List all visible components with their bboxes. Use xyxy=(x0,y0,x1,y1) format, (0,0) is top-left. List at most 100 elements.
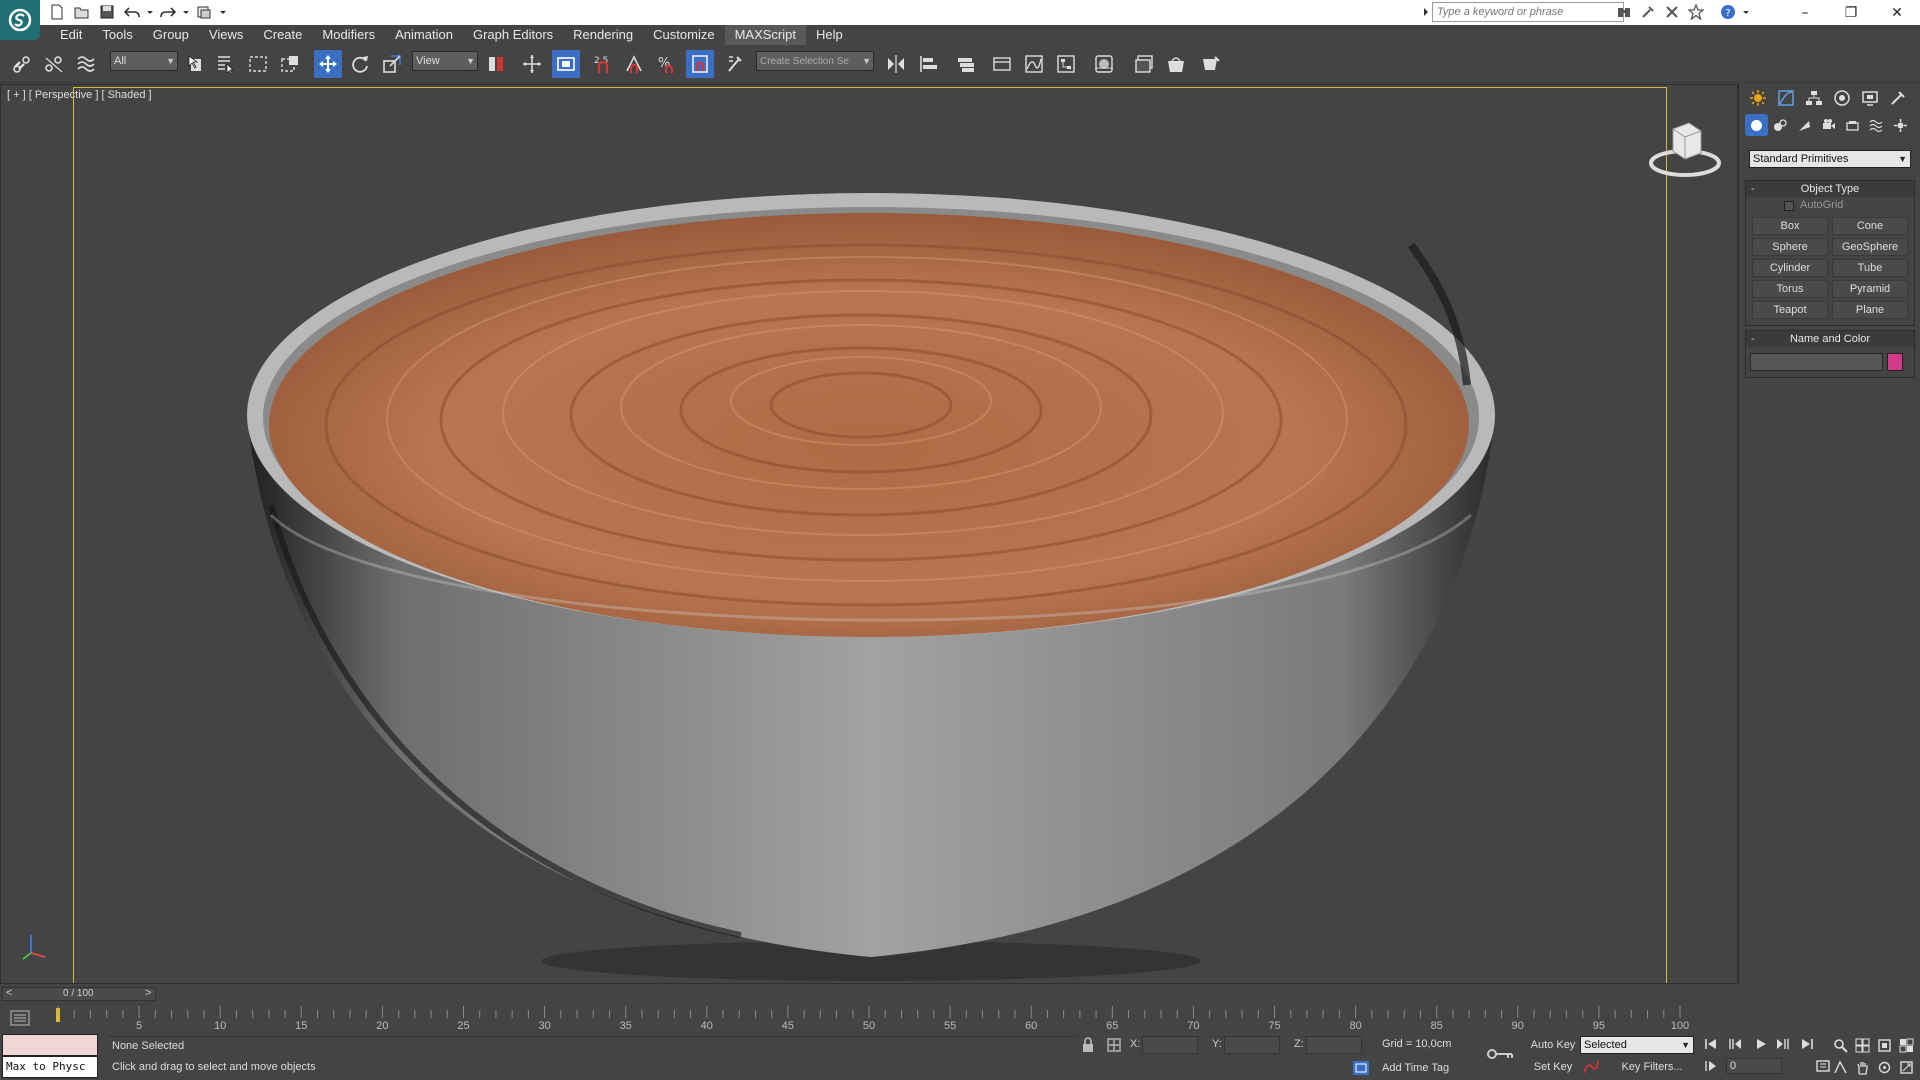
rectangular-selection-region-icon[interactable] xyxy=(244,50,272,78)
viewcube-icon[interactable] xyxy=(1645,115,1725,185)
menu-item-maxscript[interactable]: MAXScript xyxy=(724,25,806,45)
menu-item-tools[interactable]: Tools xyxy=(92,25,142,45)
project-folder-icon[interactable] xyxy=(193,2,215,22)
object-type-rollout-header[interactable]: - Object Type xyxy=(1746,181,1914,197)
redo-dropdown-icon[interactable] xyxy=(182,2,190,22)
next-frame-icon[interactable] xyxy=(1774,1036,1792,1052)
help-dropdown-icon[interactable] xyxy=(1742,2,1750,22)
toggle-layer-explorer-icon[interactable] xyxy=(988,50,1016,78)
plane-button[interactable]: Plane xyxy=(1832,301,1908,319)
menu-item-help[interactable]: Help xyxy=(806,25,853,45)
align-icon[interactable] xyxy=(914,50,942,78)
reference-coordinate-dropdown[interactable]: View ▼ xyxy=(412,51,478,71)
cone-button[interactable]: Cone xyxy=(1832,217,1908,235)
timeline-ruler[interactable]: 5 10 15 20 25 30 35 40 45 50 55 60 65 70 75 80 85 90 95 100 xyxy=(56,1002,1738,1032)
select-by-name-icon[interactable] xyxy=(212,50,240,78)
default-in-out-tangents-icon[interactable] xyxy=(1582,1059,1600,1075)
current-frame-marker[interactable] xyxy=(56,1008,60,1022)
set-keys-key-icon[interactable] xyxy=(1486,1046,1516,1062)
play-animation-icon[interactable] xyxy=(1752,1036,1770,1052)
sphere-button[interactable]: Sphere xyxy=(1752,238,1828,256)
current-frame-field[interactable]: 0 xyxy=(1726,1058,1782,1074)
y-coordinate-field[interactable] xyxy=(1224,1036,1280,1054)
mirror-icon[interactable] xyxy=(882,50,910,78)
object-name-field[interactable] xyxy=(1750,353,1883,371)
menu-item-create[interactable]: Create xyxy=(253,25,312,45)
key-mode-toggle-icon[interactable] xyxy=(1702,1058,1720,1074)
select-and-manipulate-icon[interactable] xyxy=(518,50,546,78)
percent-snap-toggle-icon[interactable]: % xyxy=(652,50,680,78)
zoom-extents-icon[interactable] xyxy=(1874,1036,1894,1054)
use-pivot-center-icon[interactable] xyxy=(482,50,510,78)
restore-button[interactable]: ❐ xyxy=(1828,0,1874,25)
save-file-icon[interactable] xyxy=(96,2,118,22)
motion-tab-icon[interactable] xyxy=(1829,86,1855,110)
curve-editor-icon[interactable] xyxy=(1020,50,1048,78)
select-and-rotate-icon[interactable] xyxy=(346,50,374,78)
tube-button[interactable]: Tube xyxy=(1832,259,1908,277)
favorites-star-icon[interactable] xyxy=(1686,2,1706,22)
render-setup-icon[interactable] xyxy=(1130,50,1158,78)
communication-center-icon[interactable] xyxy=(1638,2,1658,22)
previous-frame-icon[interactable] xyxy=(1726,1036,1744,1052)
geometry-category-icon[interactable] xyxy=(1745,114,1768,136)
open-mini-curve-editor-icon[interactable] xyxy=(6,1008,34,1028)
minimize-button[interactable]: – xyxy=(1782,0,1828,25)
material-editor-icon[interactable] xyxy=(1090,50,1118,78)
time-slider-previous-button[interactable]: < xyxy=(6,987,12,999)
undo-dropdown-icon[interactable] xyxy=(146,2,154,22)
auto-key-button[interactable]: Auto Key xyxy=(1528,1036,1578,1054)
time-slider[interactable]: < 0 / 100 > xyxy=(2,987,156,1001)
z-coordinate-field[interactable] xyxy=(1306,1036,1362,1054)
open-file-icon[interactable] xyxy=(71,2,93,22)
object-color-swatch[interactable] xyxy=(1887,353,1903,371)
shapes-category-icon[interactable] xyxy=(1769,114,1792,136)
lights-category-icon[interactable] xyxy=(1793,114,1816,136)
rendered-frame-window-icon[interactable] xyxy=(1162,50,1190,78)
autogrid-checkbox[interactable] xyxy=(1784,201,1794,211)
render-production-icon[interactable] xyxy=(1196,50,1224,78)
select-object-icon[interactable] xyxy=(182,50,210,78)
help-icon[interactable]: ? xyxy=(1718,2,1738,22)
geosphere-button[interactable]: GeoSphere xyxy=(1832,238,1908,256)
unlink-selection-icon[interactable] xyxy=(40,50,68,78)
zoom-extents-all-icon[interactable] xyxy=(1896,1036,1916,1054)
helpers-category-icon[interactable] xyxy=(1841,114,1864,136)
create-tab-icon[interactable] xyxy=(1745,86,1771,110)
cameras-category-icon[interactable] xyxy=(1817,114,1840,136)
selection-filter-dropdown[interactable]: All ▼ xyxy=(110,51,178,71)
utilities-tab-icon[interactable] xyxy=(1885,86,1911,110)
search-input[interactable] xyxy=(1432,2,1624,22)
zoom-icon[interactable] xyxy=(1830,1036,1850,1054)
select-and-scale-icon[interactable] xyxy=(378,50,406,78)
viewport-label-menu[interactable]: [ + ] [ Perspective ] [ Shaded ] xyxy=(7,89,152,101)
maximize-viewport-icon[interactable] xyxy=(1896,1058,1916,1076)
perspective-viewport[interactable]: [ + ] [ Perspective ] [ Shaded ] xyxy=(0,84,1738,984)
display-tab-icon[interactable] xyxy=(1857,86,1883,110)
selection-lock-icon[interactable] xyxy=(1080,1037,1096,1053)
torus-button[interactable]: Torus xyxy=(1752,280,1828,298)
menu-item-modifiers[interactable]: Modifiers xyxy=(312,25,385,45)
menu-item-graph-editors[interactable]: Graph Editors xyxy=(463,25,563,45)
edit-named-selection-sets-icon[interactable] xyxy=(722,50,750,78)
keyboard-shortcut-override-icon[interactable] xyxy=(552,50,580,78)
teapot-button[interactable]: Teapot xyxy=(1752,301,1828,319)
angle-snap-toggle-icon[interactable] xyxy=(620,50,648,78)
box-button[interactable]: Box xyxy=(1752,217,1828,235)
undo-icon[interactable] xyxy=(121,2,143,22)
zoom-all-icon[interactable] xyxy=(1852,1036,1872,1054)
name-and-color-rollout-header[interactable]: - Name and Color xyxy=(1746,331,1914,347)
window-crossing-icon[interactable] xyxy=(276,50,304,78)
new-file-icon[interactable] xyxy=(46,2,68,22)
go-to-start-icon[interactable] xyxy=(1702,1036,1720,1052)
app-logo-icon[interactable] xyxy=(0,0,40,40)
menu-item-animation[interactable]: Animation xyxy=(385,25,463,45)
redo-icon[interactable] xyxy=(157,2,179,22)
bind-to-space-warp-icon[interactable] xyxy=(72,50,100,78)
pyramid-button[interactable]: Pyramid xyxy=(1832,280,1908,298)
menu-item-edit[interactable]: Edit xyxy=(50,25,92,45)
modify-tab-icon[interactable] xyxy=(1773,86,1799,110)
key-filters-button[interactable]: Key Filters... xyxy=(1612,1058,1692,1076)
binoculars-icon[interactable] xyxy=(1614,2,1634,22)
maxscript-listener-input[interactable]: Max to Physc xyxy=(2,1056,98,1078)
